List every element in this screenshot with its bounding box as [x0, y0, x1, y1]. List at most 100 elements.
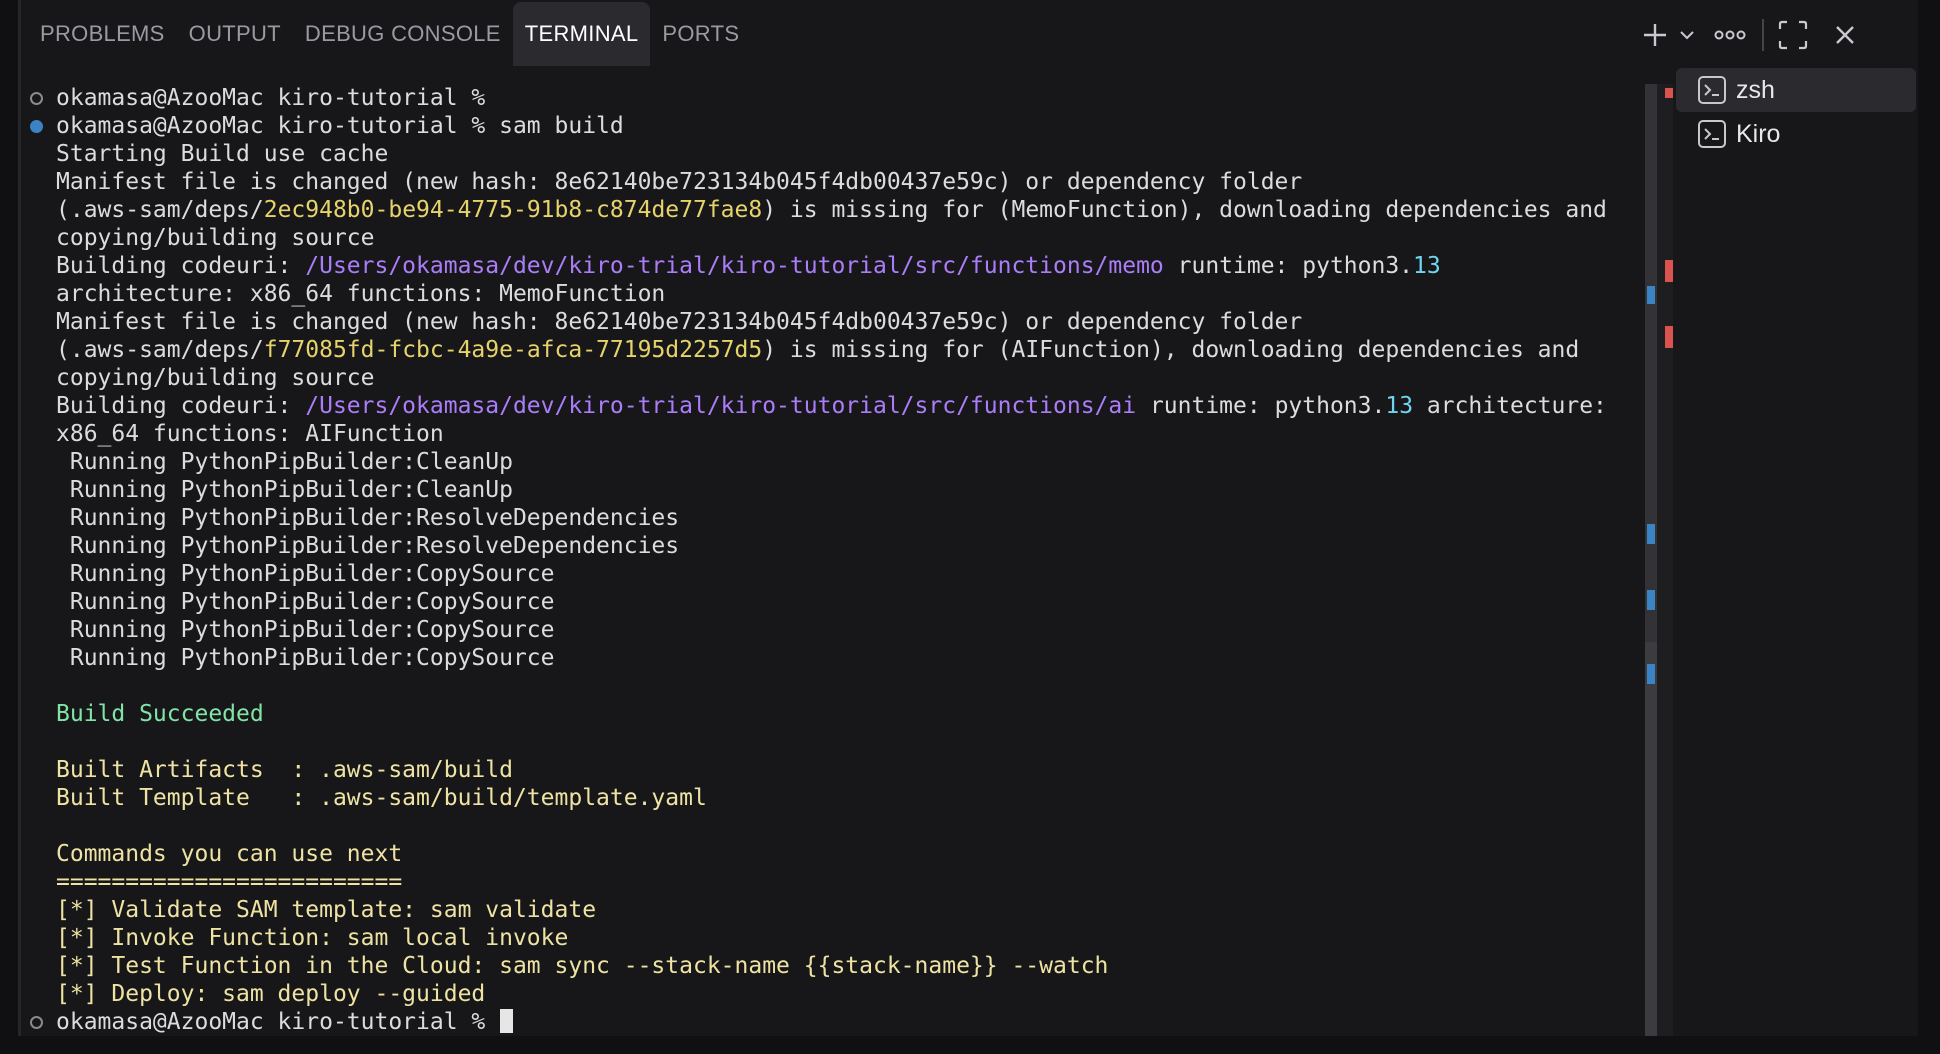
terminal-list-item-zsh[interactable]: zsh [1676, 68, 1916, 112]
terminal-text: copying/building source [56, 225, 375, 251]
terminal-line: Running PythonPipBuilder:ResolveDependen… [30, 532, 1645, 560]
command-decoration-icon[interactable] [30, 1016, 43, 1029]
new-terminal-icon[interactable] [1640, 20, 1670, 50]
overview-marker-command [1647, 524, 1655, 544]
terminal-line: [*] Validate SAM template: sam validate [30, 896, 1645, 924]
terminal-line: architecture: x86_64 functions: MemoFunc… [30, 280, 1645, 308]
terminal-line: Running PythonPipBuilder:CopySource [30, 644, 1645, 672]
panel-tab-bar: PROBLEMS OUTPUT DEBUG CONSOLE TERMINAL PORTS [28, 2, 751, 66]
launch-profile-chevron-icon[interactable] [1676, 20, 1698, 50]
terminal-text: ) is missing for (AIFunction), downloadi… [762, 337, 1580, 363]
command-decoration-success-icon[interactable] [30, 120, 43, 133]
status-bar [0, 1036, 1940, 1054]
tab-debug-console[interactable]: DEBUG CONSOLE [293, 2, 513, 66]
terminal-line: (.aws-sam/deps/f77085fd-fcbc-4a9e-afca-7… [30, 336, 1645, 364]
terminal-line: Running PythonPipBuilder:CopySource [30, 616, 1645, 644]
command-decoration-icon[interactable] [30, 92, 43, 105]
scrollbar-thumb[interactable] [1645, 642, 1657, 1036]
terminal-line: [*] Test Function in the Cloud: sam sync… [30, 952, 1645, 980]
terminal-line: okamasa@AzooMac kiro-tutorial % sam buil… [30, 112, 1645, 140]
terminal-line: Manifest file is changed (new hash: 8e62… [30, 308, 1645, 336]
terminal-text: Running PythonPipBuilder:ResolveDependen… [56, 533, 680, 559]
terminal-list: zsh Kiro [1676, 68, 1916, 156]
terminal-line: copying/building source [30, 364, 1645, 392]
terminal-text: Manifest file is changed (new hash: 8e62… [56, 309, 1303, 335]
terminal-text-hash: 2ec948b0-be94-4775-91b8-c874de77fae8 [263, 197, 763, 223]
terminal-line: Commands you can use next [30, 840, 1645, 868]
terminal-text: x86_64 functions: AIFunction [56, 421, 444, 447]
more-actions-icon[interactable] [1710, 20, 1750, 50]
terminal-text: Running PythonPipBuilder:CleanUp [56, 477, 513, 503]
overview-marker-command [1647, 590, 1655, 610]
terminal-text: ) is missing for (MemoFunction), downloa… [762, 197, 1607, 223]
close-panel-icon[interactable] [1828, 18, 1862, 52]
terminal-text-yellow: [*] Validate SAM template: sam validate [56, 897, 597, 923]
tab-ports[interactable]: PORTS [650, 2, 751, 66]
terminal-text-yellow: [*] Test Function in the Cloud: sam sync… [56, 953, 1109, 979]
terminal-list-item-label: zsh [1736, 75, 1775, 104]
terminal-output[interactable]: okamasa@AzooMac kiro-tutorial % okamasa@… [30, 84, 1645, 1036]
terminal-line: Starting Build use cache [30, 140, 1645, 168]
terminal-line: [*] Invoke Function: sam local invoke [30, 924, 1645, 952]
terminal-line: okamasa@AzooMac kiro-tutorial % [30, 84, 1645, 112]
terminal-text-yellow: [*] Invoke Function: sam local invoke [56, 925, 569, 951]
terminal-line: Building codeuri: /Users/okamasa/dev/kir… [30, 392, 1645, 420]
terminal-text: Running PythonPipBuilder:CleanUp [56, 449, 513, 475]
terminal-text: Running PythonPipBuilder:CopySource [56, 589, 555, 615]
actions-separator [1762, 19, 1764, 51]
terminal-line: Built Template : .aws-sam/build/template… [30, 784, 1645, 812]
terminal-line: Running PythonPipBuilder:CleanUp [30, 448, 1645, 476]
tab-terminal[interactable]: TERMINAL [512, 2, 651, 66]
terminal-text: Manifest file is changed (new hash: 8e62… [56, 169, 1303, 195]
tab-problems[interactable]: PROBLEMS [28, 2, 177, 66]
overview-marker-error [1665, 326, 1673, 348]
terminal-line: [*] Deploy: sam deploy --guided [30, 980, 1645, 1008]
overview-marker-error [1665, 260, 1673, 282]
terminal-text: copying/building source [56, 365, 375, 391]
terminal-text: Running PythonPipBuilder:CopySource [56, 561, 555, 587]
terminal-text: (.aws-sam/deps/ [56, 197, 264, 223]
terminal-list-item-kiro[interactable]: Kiro [1676, 112, 1916, 156]
terminal-list-item-label: Kiro [1736, 119, 1781, 148]
terminal-prompt-icon [1698, 120, 1726, 148]
terminal-text: runtime: python3. [1136, 393, 1386, 419]
terminal-line: okamasa@AzooMac kiro-tutorial % [30, 1008, 1645, 1036]
terminal-line: ========================= [30, 868, 1645, 896]
terminal-text: Running PythonPipBuilder:ResolveDependen… [56, 505, 680, 531]
terminal-text: Running PythonPipBuilder:CopySource [56, 645, 555, 671]
terminal-text: Building codeuri: [56, 393, 306, 419]
terminal-text-path: /Users/okamasa/dev/kiro-trial/kiro-tutor… [305, 393, 1137, 419]
overview-marker-error [1665, 88, 1673, 98]
terminal-text: okamasa@AzooMac kiro-tutorial % [56, 85, 500, 111]
overview-marker-command [1647, 286, 1655, 304]
terminal-text-yellow: Commands you can use next [56, 841, 403, 867]
terminal-line: copying/building source [30, 224, 1645, 252]
terminal-line: (.aws-sam/deps/2ec948b0-be94-4775-91b8-c… [30, 196, 1645, 224]
panel-actions [1640, 12, 1862, 58]
tab-output[interactable]: OUTPUT [177, 2, 293, 66]
terminal-text: Running PythonPipBuilder:CopySource [56, 617, 555, 643]
terminal-line: Built Artifacts : .aws-sam/build [30, 756, 1645, 784]
terminal-text-yellow: [*] Deploy: sam deploy --guided [56, 981, 486, 1007]
terminal-line: Build Succeeded [30, 700, 1645, 728]
terminal-line: Running PythonPipBuilder:ResolveDependen… [30, 504, 1645, 532]
terminal-text: Starting Build use cache [56, 141, 389, 167]
terminal-scrollbar[interactable] [1645, 84, 1673, 1036]
terminal-cursor [500, 1009, 514, 1033]
terminal-text: runtime: python3. [1163, 253, 1414, 279]
terminal-line: x86_64 functions: AIFunction [30, 420, 1645, 448]
terminal-text-num: 13 [1385, 393, 1414, 419]
terminal-text: okamasa@AzooMac kiro-tutorial % sam buil… [56, 113, 624, 139]
terminal-line: Running PythonPipBuilder:CopySource [30, 588, 1645, 616]
terminal-text-yellow: Built Artifacts : .aws-sam/build [56, 757, 513, 783]
terminal-text-path: /Users/okamasa/dev/kiro-trial/kiro-tutor… [305, 253, 1164, 279]
terminal-line: Manifest file is changed (new hash: 8e62… [30, 168, 1645, 196]
maximize-panel-icon[interactable] [1776, 18, 1810, 52]
terminal-text-num: 13 [1413, 253, 1441, 279]
terminal-text: okamasa@AzooMac kiro-tutorial % [56, 1009, 500, 1035]
terminal-text-hash: f77085fd-fcbc-4a9e-afca-77195d2257d5 [263, 337, 763, 363]
overview-marker-command [1647, 664, 1655, 684]
terminal-text: architecture: [1413, 393, 1607, 419]
terminal-text-yellow: Built Template : .aws-sam/build/template… [56, 785, 707, 811]
